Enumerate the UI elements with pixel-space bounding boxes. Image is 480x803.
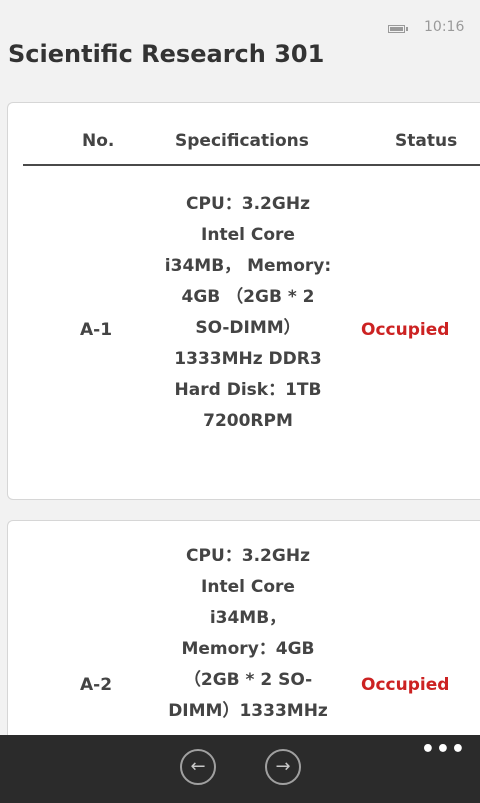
app-bar: ← → ••• bbox=[0, 735, 480, 803]
forward-button[interactable]: → bbox=[265, 749, 301, 785]
spec-line: i34MB， Memory: bbox=[164, 256, 332, 276]
spec-line: 7200RPM bbox=[203, 411, 293, 431]
row-specifications: CPU：3.2GHz Intel Core i34MB， Memory：4GB … bbox=[138, 541, 358, 727]
list-item[interactable]: A-2 CPU：3.2GHz Intel Core i34MB， Memory：… bbox=[7, 520, 480, 735]
spec-line: 4GB （2GB * 2 bbox=[181, 287, 315, 307]
header-status: Status bbox=[395, 131, 458, 151]
status-badge: Occupied bbox=[361, 675, 450, 695]
spec-line: Intel Core bbox=[201, 577, 295, 597]
status-bar: 10:16 bbox=[0, 0, 480, 36]
list-item[interactable]: No. Specifications Status A-1 CPU：3.2GHz… bbox=[7, 102, 480, 500]
battery-icon bbox=[388, 25, 408, 33]
table-header: No. Specifications Status bbox=[23, 128, 480, 166]
header-no: No. bbox=[82, 131, 115, 151]
status-badge: Occupied bbox=[361, 320, 450, 340]
spec-line: CPU：3.2GHz bbox=[186, 546, 310, 566]
row-specifications: CPU：3.2GHz Intel Core i34MB， Memory: 4GB… bbox=[138, 189, 358, 437]
forward-arrow-icon: → bbox=[275, 756, 291, 777]
spec-line: DIMM）1333MHz bbox=[168, 701, 328, 721]
spec-line: SO-DIMM） bbox=[195, 318, 301, 338]
row-number: A-2 bbox=[80, 675, 113, 695]
clock: 10:16 bbox=[424, 19, 465, 35]
spec-line: Hard Disk：1TB bbox=[174, 380, 322, 400]
content-list[interactable]: No. Specifications Status A-1 CPU：3.2GHz… bbox=[0, 96, 480, 735]
spec-line: 1333MHz DDR3 bbox=[174, 349, 322, 369]
page-title: Scientific Research 301 bbox=[8, 40, 325, 68]
spec-line: Memory：4GB bbox=[181, 639, 315, 659]
spec-line: Intel Core bbox=[201, 225, 295, 245]
spec-line: （2GB * 2 SO- bbox=[183, 670, 313, 690]
back-arrow-icon: ← bbox=[190, 756, 206, 777]
spec-line: i34MB， bbox=[209, 608, 287, 628]
row-number: A-1 bbox=[80, 320, 113, 340]
spec-line: CPU：3.2GHz bbox=[186, 194, 310, 214]
back-button[interactable]: ← bbox=[180, 749, 216, 785]
header-specifications: Specifications bbox=[175, 131, 309, 151]
more-icon[interactable]: ••• bbox=[421, 737, 466, 762]
